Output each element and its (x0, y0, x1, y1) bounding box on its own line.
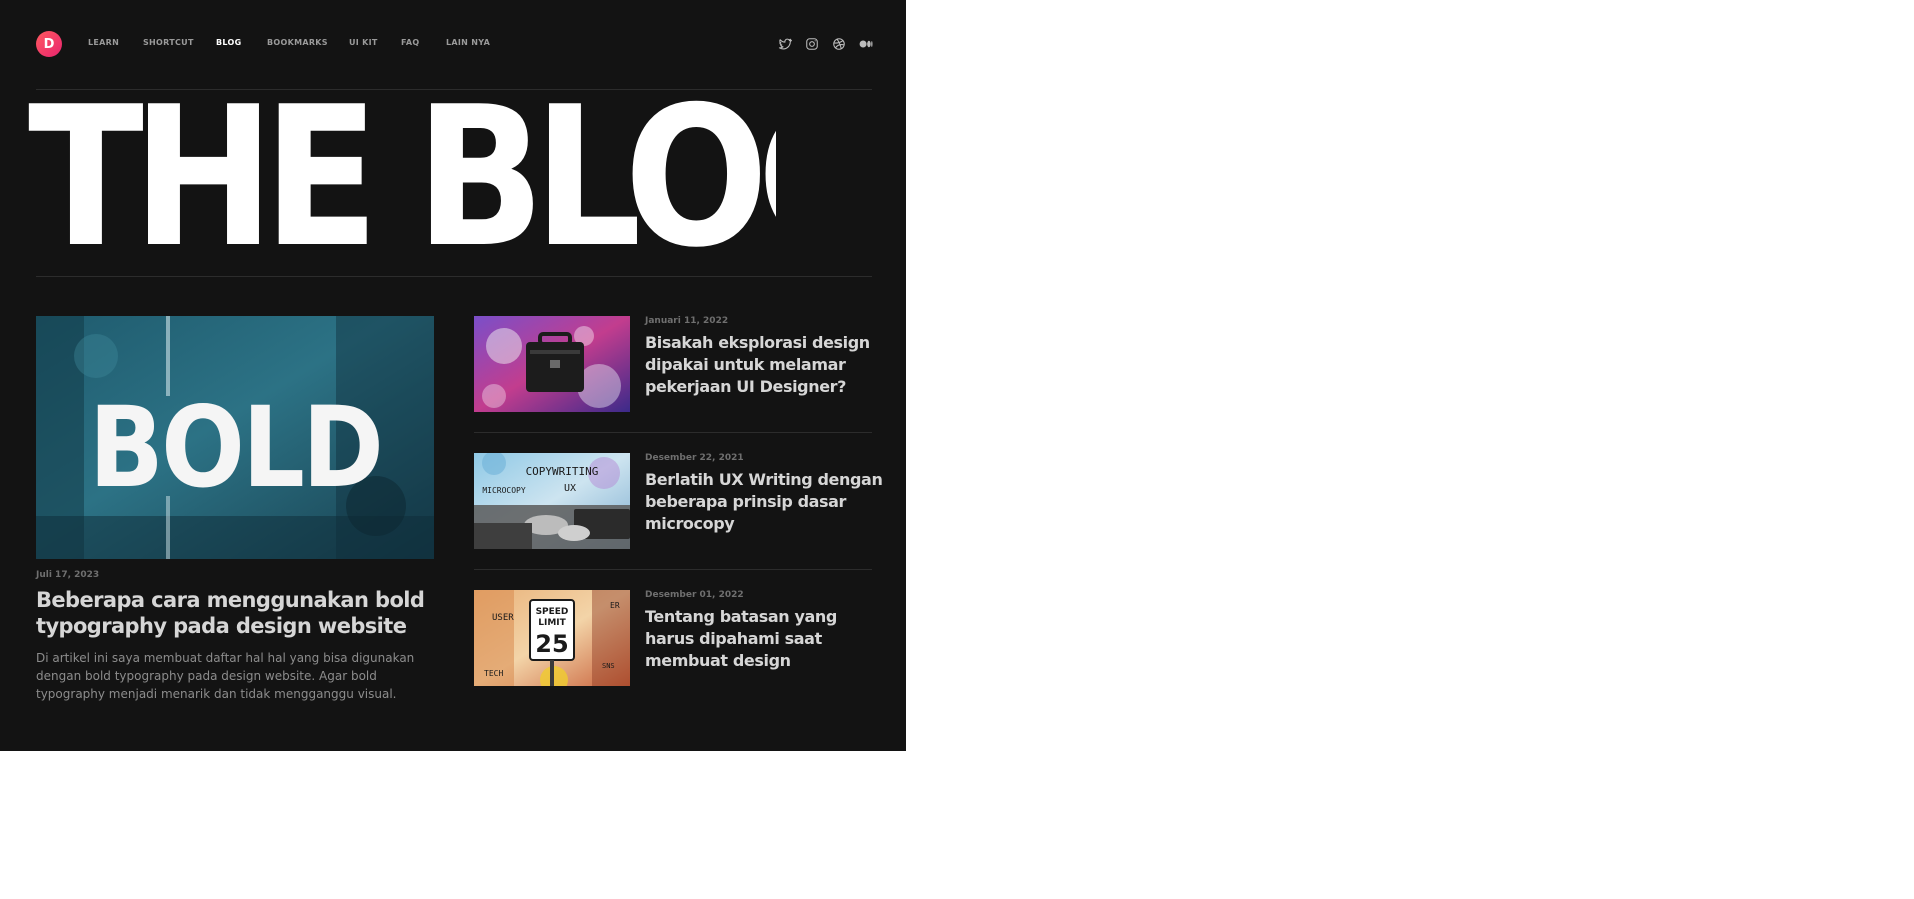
thumbnail-text-sns: SNS (602, 662, 615, 670)
nav-item-faq[interactable]: FAQ (401, 38, 419, 47)
header-divider (36, 89, 872, 90)
post-thumbnail: USER TECH SNS ER SPEED LIMIT 25 (474, 590, 630, 686)
thumbnail-text-microcopy: MICROCOPY (482, 486, 526, 495)
sign-text-number: 25 (535, 630, 568, 658)
post-divider (474, 569, 872, 570)
nav-item-shortcut[interactable]: SHORTCUT (143, 38, 194, 47)
page-title: THE BLOG (28, 94, 776, 262)
sign-text-limit: LIMIT (538, 618, 566, 628)
post-title[interactable]: Bisakah eksplorasi design dipakai untuk … (645, 332, 885, 398)
post-date: Desember 22, 2021 (645, 453, 744, 463)
post-date: Januari 11, 2022 (645, 316, 729, 326)
post-title[interactable]: Berlatih UX Writing dengan beberapa prin… (645, 469, 885, 535)
blog-page: D LEARN SHORTCUT BLOG BOOKMARKS UI KIT F… (0, 0, 906, 751)
post-date: Desember 01, 2022 (645, 590, 744, 600)
featured-title[interactable]: Beberapa cara menggunakan bold typograph… (36, 587, 436, 639)
nav-item-ui-kit[interactable]: UI KIT (349, 38, 378, 47)
nav-item-blog[interactable]: BLOG (216, 38, 241, 47)
top-navigation: D LEARN SHORTCUT BLOG BOOKMARKS UI KIT F… (36, 31, 873, 57)
dribbble-icon[interactable] (832, 37, 846, 51)
post-divider (474, 432, 872, 433)
featured-image-text: BOLD (89, 382, 381, 512)
thumbnail-text-ux: UX (564, 483, 576, 494)
sign-text-speed: SPEED (536, 607, 569, 617)
post-item-2[interactable]: COPYWRITING UX MICROCOPY Desember 22, 20… (474, 453, 883, 550)
featured-image[interactable]: BOLD (36, 316, 434, 559)
post-thumbnail: COPYWRITING UX MICROCOPY (474, 453, 630, 549)
nav-item-learn[interactable]: LEARN (88, 38, 119, 47)
post-item-3[interactable]: USER TECH SNS ER SPEED LIMIT 25 Desember… (474, 590, 872, 687)
featured-description: Di artikel ini saya membuat daftar hal h… (36, 651, 415, 701)
nav-item-bookmarks[interactable]: BOOKMARKS (267, 38, 328, 47)
instagram-icon[interactable] (805, 37, 819, 51)
twitter-icon[interactable] (778, 37, 792, 51)
hero-divider (36, 276, 872, 277)
nav-item-lain-nya[interactable]: LAIN NYA (446, 38, 490, 47)
thumbnail-text-tech: TECH (484, 669, 503, 678)
post-item-1[interactable]: Januari 11, 2022 Bisakah eksplorasi desi… (474, 316, 872, 413)
post-title[interactable]: Tentang batasan yang harus dipahami saat… (645, 606, 885, 672)
post-thumbnail (474, 316, 630, 412)
thumbnail-text-er: ER (610, 601, 620, 610)
medium-icon[interactable] (859, 37, 873, 51)
featured-date: Juli 17, 2023 (36, 570, 100, 580)
logo[interactable]: D (36, 31, 62, 57)
thumbnail-text-copywriting: COPYWRITING (526, 465, 599, 478)
thumbnail-text-user: USER (492, 613, 514, 623)
